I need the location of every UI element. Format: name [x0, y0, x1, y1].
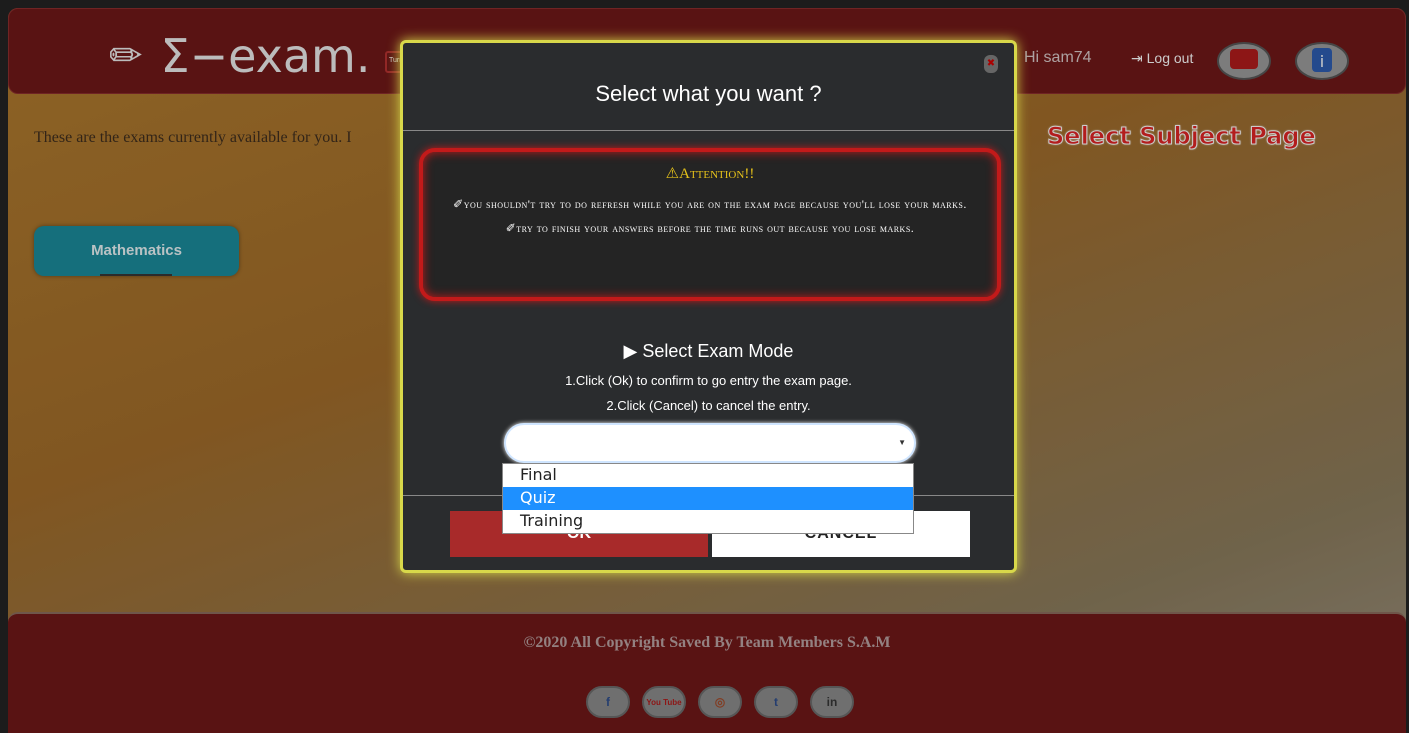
- attention-line: ✐Try to finish your answers before the t…: [505, 221, 915, 235]
- chevron-down-icon: ▼: [898, 438, 906, 447]
- attention-box: ⚠Attention!! ✐You shouldn't try to do re…: [419, 148, 1001, 301]
- attention-line: ✐You shouldn't try to do refresh while y…: [453, 197, 967, 211]
- modal-divider: [403, 130, 1014, 131]
- instruction-line: 1.Click (Ok) to confirm to go entry the …: [565, 373, 852, 388]
- close-icon[interactable]: ✖: [984, 55, 998, 73]
- option-quiz[interactable]: Quiz: [503, 487, 913, 510]
- modal-title: Select what you want ?: [595, 81, 822, 106]
- option-final[interactable]: Final: [503, 464, 913, 487]
- attention-title: ⚠Attention!!: [665, 166, 755, 182]
- instruction-line: 2.Click (Cancel) to cancel the entry.: [606, 398, 811, 413]
- exam-mode-title: ▶ Select Exam Mode: [623, 341, 794, 361]
- exam-mode-select[interactable]: ▼: [504, 423, 916, 463]
- option-training[interactable]: Training: [503, 510, 913, 533]
- exam-mode-dropdown: Final Quiz Training: [502, 463, 914, 534]
